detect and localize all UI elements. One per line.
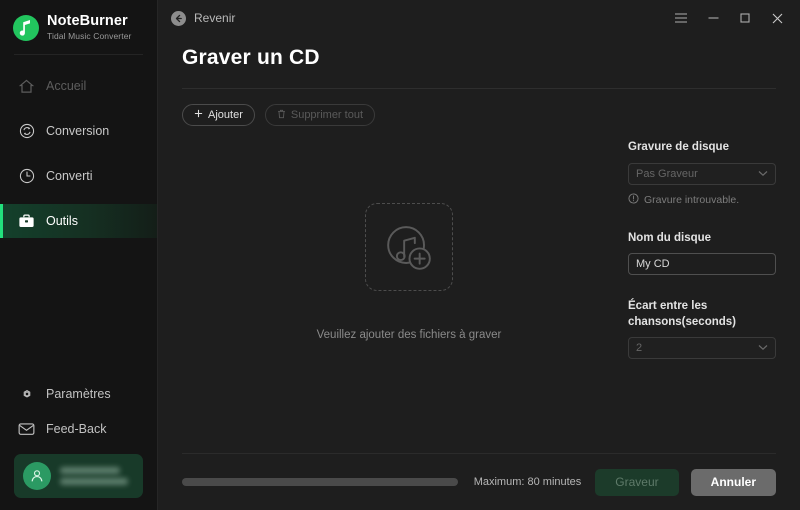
account-info <box>60 467 128 485</box>
avatar <box>23 462 51 490</box>
brand-name: NoteBurner <box>47 13 128 29</box>
sidebar: NoteBurner Tidal Music Converter Accueil <box>0 0 158 510</box>
plus-icon <box>194 109 203 121</box>
account-name-blurred <box>60 467 120 474</box>
body-area: Veuillez ajouter des fichiers à graver G… <box>182 126 776 453</box>
sidebar-item-label: Conversion <box>46 124 110 139</box>
add-button-label: Ajouter <box>208 109 243 121</box>
disc-name-label: Nom du disque <box>628 231 712 244</box>
hamburger-menu-icon[interactable] <box>666 5 696 31</box>
capacity-progress-bar <box>182 478 458 486</box>
brand-tagline: Tidal Music Converter <box>47 30 132 41</box>
dropzone-box[interactable] <box>365 202 453 291</box>
convert-refresh-icon <box>18 123 35 140</box>
sidebar-item-label: Outils <box>46 214 78 229</box>
sidebar-item-label: Converti <box>46 169 93 184</box>
cancel-button[interactable]: Annuler <box>690 468 776 496</box>
back-button[interactable]: Revenir <box>171 10 236 26</box>
footer-row: Maximum: 80 minutes Graveur Annuler <box>182 454 776 510</box>
sidebar-item-feedback[interactable]: Feed-Back <box>0 414 157 444</box>
sidebar-item-label: Feed-Back <box>46 422 107 436</box>
title-bar: Revenir <box>158 0 800 36</box>
home-icon <box>18 78 35 95</box>
chevron-down-icon <box>758 168 768 180</box>
burner-warning-text: Gravure introuvable. <box>644 193 740 206</box>
user-avatar-icon <box>31 470 43 482</box>
back-arrow-icon <box>171 10 186 26</box>
page-title: Graver un CD <box>182 46 320 69</box>
sidebar-item-accueil[interactable]: Accueil <box>0 69 157 103</box>
max-duration-label: Maximum: 80 minutes <box>473 476 582 488</box>
sidebar-item-parametres[interactable]: Paramètres <box>0 379 157 409</box>
add-music-disc-icon <box>387 225 431 270</box>
dropzone-caption: Veuillez ajouter des fichiers à graver <box>316 328 502 341</box>
cancel-button-label: Annuler <box>710 475 756 489</box>
settings-panel: Gravure de disque Pas Graveur Gravure in… <box>628 140 776 360</box>
title-divider <box>182 88 776 89</box>
sidebar-divider <box>14 54 143 56</box>
info-alert-icon <box>628 192 639 207</box>
gear-icon <box>18 386 35 403</box>
close-icon[interactable] <box>762 5 792 31</box>
sidebar-item-converti[interactable]: Converti <box>0 159 157 193</box>
app-window: NoteBurner Tidal Music Converter Accueil <box>0 0 800 510</box>
sidebar-item-conversion[interactable]: Conversion <box>0 114 157 148</box>
back-label: Revenir <box>194 11 236 25</box>
sidebar-nav: Accueil Conversion Converti Outils <box>0 69 157 249</box>
footer-buttons: Graveur Annuler <box>595 468 776 496</box>
envelope-icon <box>18 421 35 438</box>
burn-button-label: Graveur <box>615 475 659 489</box>
gap-select-value: 2 <box>636 342 643 355</box>
main-panel: Revenir Graver un CD Ajouter Supprimer t… <box>158 0 800 510</box>
delete-all-button-label: Supprimer tout <box>290 109 364 121</box>
window-controls <box>666 5 792 31</box>
minimize-icon[interactable] <box>698 5 728 31</box>
toolbox-icon <box>18 213 35 230</box>
burn-button[interactable]: Graveur <box>595 468 679 496</box>
brand-header: NoteBurner Tidal Music Converter <box>0 0 157 41</box>
sidebar-bottom: Paramètres Feed-Back <box>0 379 157 510</box>
sidebar-item-outils[interactable]: Outils <box>0 204 157 239</box>
app-logo <box>13 14 39 41</box>
gap-label: Écart entre les chansons(seconds) <box>628 300 736 328</box>
gap-select[interactable]: 2 <box>628 337 776 360</box>
sidebar-item-label: Paramètres <box>46 387 111 401</box>
content-area: Graver un CD Ajouter Supprimer tout Veui… <box>158 36 800 453</box>
delete-all-button[interactable]: Supprimer tout <box>264 104 376 126</box>
add-button[interactable]: Ajouter <box>182 104 255 126</box>
trash-icon <box>277 109 286 122</box>
account-email-blurred <box>60 478 128 485</box>
footer: Maximum: 80 minutes Graveur Annuler <box>158 453 800 510</box>
burner-label: Gravure de disque <box>628 141 729 153</box>
maximize-icon[interactable] <box>730 5 760 31</box>
music-note-icon <box>19 19 30 36</box>
toolbar: Ajouter Supprimer tout <box>182 104 776 126</box>
account-card[interactable] <box>14 454 143 498</box>
clock-history-icon <box>18 168 35 185</box>
burner-warning: Gravure introuvable. <box>628 192 776 207</box>
chevron-down-icon <box>758 342 768 354</box>
sidebar-item-label: Accueil <box>46 79 87 94</box>
burner-select[interactable]: Pas Graveur <box>628 162 776 185</box>
burner-select-value: Pas Graveur <box>636 167 698 180</box>
disc-name-input[interactable] <box>628 253 776 276</box>
